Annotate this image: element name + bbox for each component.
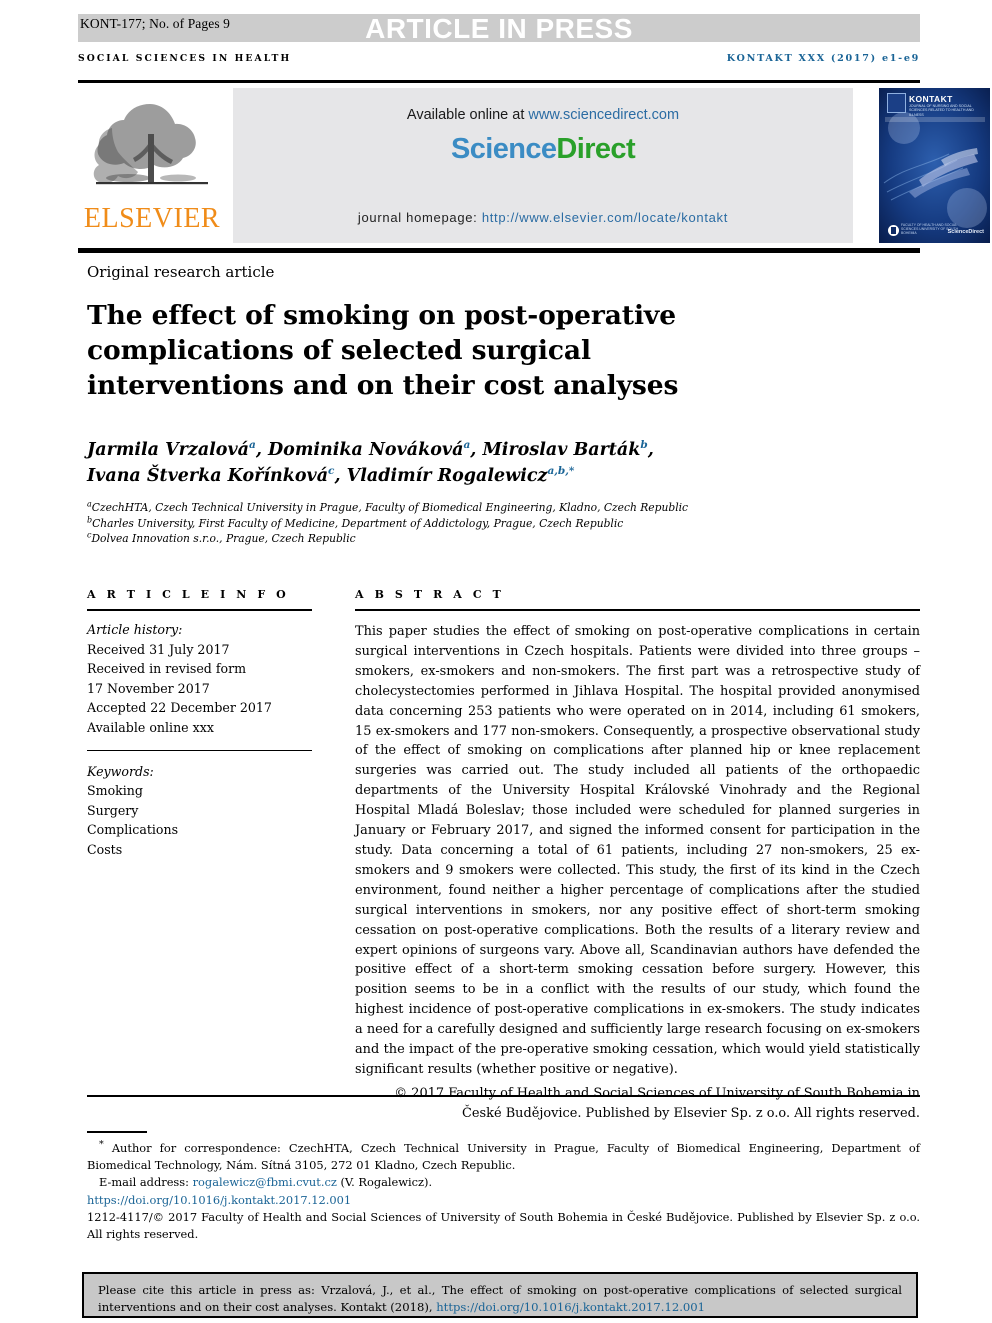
keyword-item: Surgery (87, 802, 139, 818)
keywords-rule (87, 749, 312, 751)
email-label: E-mail address: (99, 1175, 193, 1190)
abstract-rule (355, 609, 920, 611)
cover-sciencedirect-label: ScienceDirect (947, 229, 984, 235)
history-item: 17 November 2017 (87, 680, 210, 696)
abstract-bottom-rule (87, 1095, 920, 1097)
cite-this-article-text: Please cite this article in press as: Vr… (98, 1282, 902, 1316)
article-info-rule (87, 609, 312, 611)
abstract-text: This paper studies the effect of smoking… (355, 624, 920, 1077)
author-affiliation-marker: a (463, 439, 471, 452)
affiliation-item: aCzechHTA, Czech Technical University in… (87, 500, 847, 516)
author-name: Jarmila Vrzalová (87, 440, 249, 460)
affiliation-text: Dolvea Innovation s.r.o., Prague, Czech … (91, 532, 356, 545)
available-online-prefix: Available online at (406, 107, 529, 123)
affiliation-item: cDolvea Innovation s.r.o., Prague, Czech… (87, 531, 847, 547)
abstract-column: A B S T R A C T This paper studies the e… (355, 588, 920, 1124)
author-name: Ivana Štverka Kořínková (87, 466, 329, 486)
article-history-label: Article history: (87, 622, 183, 637)
doi-line[interactable]: https://doi.org/10.1016/j.kontakt.2017.1… (87, 1192, 920, 1209)
sciencedirect-logo-science: Science (450, 133, 557, 165)
masthead: ELSEVIER Available online at www.science… (78, 88, 990, 243)
header-rule (78, 80, 920, 83)
cover-publisher-badge (887, 93, 906, 113)
paper-page: ARTICLE IN PRESS KONT-177; No. of Pages … (0, 0, 992, 1323)
keyword-item: Costs (87, 841, 123, 857)
journal-section-label: SOCIAL SCIENCES IN HEALTH (78, 53, 292, 64)
elsevier-logo: ELSEVIER (78, 88, 228, 243)
masthead-bottom-rule (78, 248, 920, 253)
correspondence-marker: * (99, 1139, 104, 1150)
journal-line: SOCIAL SCIENCES IN HEALTH KONTAKT XXX (2… (78, 53, 920, 71)
affiliation-text: CzechHTA, Czech Technical University in … (91, 501, 689, 514)
keywords-label: Keywords: (87, 763, 154, 779)
correspondence-line: * Author for correspondence: CzechHTA, C… (87, 1136, 920, 1174)
cite-doi-link[interactable]: https://doi.org/10.1016/j.kontakt.2017.1… (436, 1300, 705, 1314)
sciencedirect-logo-direct: Direct (556, 133, 636, 165)
cite-this-article-box: Please cite this article in press as: Vr… (82, 1272, 918, 1318)
cover-logo-icon (888, 225, 899, 236)
cover-divider-band (885, 117, 985, 122)
author-affiliation-marker: a,b,* (547, 465, 575, 478)
elsevier-wordmark: ELSEVIER (83, 203, 221, 234)
journal-homepage-label: journal homepage: (357, 210, 482, 225)
affiliation-list: aCzechHTA, Czech Technical University in… (87, 500, 847, 547)
keyword-item: Smoking (87, 783, 143, 799)
article-info-heading: A R T I C L E I N F O (87, 588, 290, 601)
sciencedirect-url-link[interactable]: www.sciencedirect.com (528, 107, 679, 123)
footnote-block: * Author for correspondence: CzechHTA, C… (87, 1136, 920, 1244)
journal-homepage-line: journal homepage: http://www.elsevier.co… (233, 210, 853, 225)
journal-homepage-link[interactable]: http://www.elsevier.com/locate/kontakt (482, 210, 728, 225)
affiliation-item: bCharles University, First Faculty of Me… (87, 515, 847, 532)
author-affiliation-marker: b (640, 439, 648, 452)
article-type-label: Original research article (87, 263, 275, 281)
history-item: Available online xxx (87, 719, 214, 735)
email-line: E-mail address: rogalewicz@fbmi.cvut.cz … (87, 1174, 920, 1191)
sciencedirect-panel: Available online at www.sciencedirect.co… (233, 88, 853, 243)
author-name: Dominika Nováková (268, 440, 464, 460)
manuscript-id: KONT-177; No. of Pages 9 (80, 16, 231, 31)
keyword-item: Complications (87, 822, 179, 838)
sciencedirect-logo: ScienceDirect (233, 133, 853, 166)
available-online-line: Available online at www.sciencedirect.co… (233, 107, 853, 123)
author-list: Jarmila Vrzalováa, Dominika Novákováa, M… (87, 439, 654, 486)
journal-cover-image: KONTAKT JOURNAL OF NURSING AND SOCIAL SC… (879, 88, 990, 243)
issn-copyright-line: 1212-4117/© 2017 Faculty of Health and S… (87, 1209, 920, 1242)
footnote-rule (87, 1131, 147, 1133)
page-title: The effect of smoking on post-operative … (87, 300, 679, 401)
abstract-heading: A B S T R A C T (355, 588, 505, 601)
author-affiliation-marker: a (249, 439, 256, 452)
journal-cover-thumbnail[interactable]: KONTAKT JOURNAL OF NURSING AND SOCIAL SC… (871, 88, 992, 243)
doi-link[interactable]: https://doi.org/10.1016/j.kontakt.2017.1… (87, 1193, 351, 1207)
correspondence-text: Author for correspondence: CzechHTA, Cze… (87, 1140, 921, 1173)
author-name: Miroslav Barták (482, 440, 641, 460)
email-suffix: (V. Rogalewicz). (336, 1175, 433, 1190)
author-affiliation-marker: c (328, 465, 335, 478)
cover-subtitle-label: JOURNAL OF NURSING AND SOCIAL SCIENCES R… (909, 104, 974, 117)
running-head: ARTICLE IN PRESS KONT-177; No. of Pages … (78, 8, 920, 44)
abstract-copyright: © 2017 Faculty of Health and Social Scie… (394, 1085, 920, 1121)
affiliation-text: Charles University, First Faculty of Med… (92, 516, 624, 530)
email-link[interactable]: rogalewicz@fbmi.cvut.cz (193, 1175, 337, 1189)
history-item: Received in revised form (87, 661, 247, 677)
history-item: Received 31 July 2017 (87, 641, 230, 657)
article-history-block: Article history: Received 31 July 2017 R… (87, 620, 312, 738)
cover-title-label: KONTAKT (909, 94, 953, 104)
history-item: Accepted 22 December 2017 (87, 700, 272, 716)
elsevier-tree-icon (93, 104, 208, 185)
author-name: Vladimír Rogalewicz (346, 466, 548, 486)
article-info-column: A R T I C L E I N F O Article history: R… (87, 588, 312, 860)
journal-citation-label: KONTAKT XXX (2017) e1-e9 (726, 53, 920, 64)
keywords-block: Keywords: Smoking Surgery Complications … (87, 762, 312, 860)
